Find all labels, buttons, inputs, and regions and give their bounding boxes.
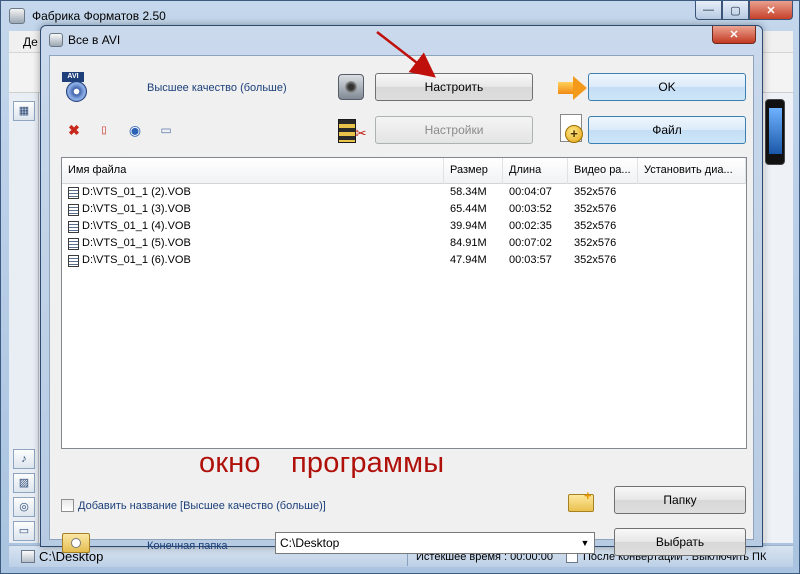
cell-name: D:\VTS_01_1 (6).VOB xyxy=(62,252,444,269)
column-header-set-range[interactable]: Установить диа... xyxy=(638,158,746,184)
cell-range xyxy=(638,218,746,235)
settings-button[interactable]: Настройки xyxy=(375,116,533,144)
file-list[interactable]: Имя файла Размер Длина Видео ра... Устан… xyxy=(61,157,747,479)
file-name: D:\VTS_01_1 (2).VOB xyxy=(82,186,191,198)
maximize-button[interactable]: ▢ xyxy=(722,1,749,20)
destination-value: C:\Desktop xyxy=(280,536,340,550)
video-file-icon xyxy=(68,220,79,233)
cell-length: 00:04:07 xyxy=(509,186,552,198)
dialog-title: Все в AVI xyxy=(68,33,121,47)
avi-format-icon: AVI xyxy=(62,72,90,102)
remove-icon[interactable]: ✖ xyxy=(66,122,82,138)
file-list-header: Имя файла Размер Длина Видео ра... Устан… xyxy=(62,158,746,184)
cell-length: 00:03:52 xyxy=(509,203,552,215)
add-name-checkbox[interactable] xyxy=(61,499,74,512)
play-icon[interactable]: ◉ xyxy=(127,122,143,138)
cell-size: 39.94M xyxy=(450,220,487,232)
chevron-down-icon[interactable]: ▼ xyxy=(576,533,594,553)
menu-item-first[interactable]: Де xyxy=(23,35,38,49)
video-file-icon xyxy=(68,254,79,267)
destination-folder-select[interactable]: C:\Desktop ▼ xyxy=(275,532,595,554)
cell-name: D:\VTS_01_1 (4).VOB xyxy=(62,218,444,235)
avi-dialog: Все в AVI ✕ AVI Высшее качество (больше)… xyxy=(40,25,763,556)
annotation-text: окно программы xyxy=(199,447,445,479)
left-category-panel: ▦ ♪ ▨ ◎ ▭ xyxy=(9,93,39,543)
cell-range xyxy=(638,252,746,269)
close-button[interactable]: ✕ xyxy=(749,1,793,20)
video-file-icon xyxy=(68,203,79,216)
cell-video: 352x576 xyxy=(574,220,617,232)
column-header-size[interactable]: Размер xyxy=(444,158,503,184)
dialog-app-icon xyxy=(49,33,63,47)
cell-size: 47.94M xyxy=(450,254,487,266)
add-name-option[interactable]: Добавить название [Высшее качество (боль… xyxy=(61,499,326,512)
cell-range xyxy=(638,184,746,201)
add-folder-icon: + xyxy=(568,488,596,512)
file-name: D:\VTS_01_1 (3).VOB xyxy=(82,203,191,215)
cell-length: 00:03:57 xyxy=(509,254,552,266)
utilities-category-icon[interactable]: ▭ xyxy=(13,521,35,541)
video-file-icon xyxy=(68,186,79,199)
cell-name: D:\VTS_01_1 (3).VOB xyxy=(62,201,444,218)
cell-size: 65.44M xyxy=(450,203,487,215)
file-name: D:\VTS_01_1 (4).VOB xyxy=(82,220,191,232)
table-row[interactable]: D:\VTS_01_1 (6).VOB 47.94M 00:03:57 352x… xyxy=(62,252,746,269)
configure-button[interactable]: Настроить xyxy=(375,73,533,101)
cell-video: 352x576 xyxy=(574,203,617,215)
output-folder-icon[interactable] xyxy=(21,550,35,563)
cell-size: 84.91M xyxy=(450,237,487,249)
column-header-name[interactable]: Имя файла xyxy=(62,158,444,184)
file-name: D:\VTS_01_1 (6).VOB xyxy=(82,254,191,266)
table-row[interactable]: D:\VTS_01_1 (2).VOB 58.34M 00:04:07 352x… xyxy=(62,184,746,201)
cell-name: D:\VTS_01_1 (2).VOB xyxy=(62,184,444,201)
video-file-icon xyxy=(68,237,79,250)
cell-range xyxy=(638,201,746,218)
video-category-icon[interactable]: ▦ xyxy=(13,101,35,121)
app-icon xyxy=(9,8,25,24)
table-row[interactable]: D:\VTS_01_1 (4).VOB 39.94M 00:02:35 352x… xyxy=(62,218,746,235)
clear-list-icon[interactable]: ▯ xyxy=(96,122,112,138)
cell-length: 00:02:35 xyxy=(509,220,552,232)
audio-category-icon[interactable]: ♪ xyxy=(13,449,35,469)
avi-disc-icon xyxy=(66,81,87,102)
cell-video: 352x576 xyxy=(574,237,617,249)
file-name: D:\VTS_01_1 (5).VOB xyxy=(82,237,191,249)
add-folder-button[interactable]: Папку xyxy=(614,486,746,514)
cell-length: 00:07:02 xyxy=(509,237,552,249)
cell-video: 352x576 xyxy=(574,254,617,266)
cell-name: D:\VTS_01_1 (5).VOB xyxy=(62,235,444,252)
add-file-icon: + xyxy=(560,114,583,143)
media-info-icon[interactable]: ▭ xyxy=(158,122,174,138)
destination-label: Конечная папка xyxy=(147,540,228,552)
quality-label: Высшее качество (больше) xyxy=(147,82,287,94)
mobile-device-icon[interactable] xyxy=(765,99,785,165)
cell-size: 58.34M xyxy=(450,186,487,198)
table-row[interactable]: D:\VTS_01_1 (5).VOB 84.91M 00:07:02 352x… xyxy=(62,235,746,252)
cell-range xyxy=(638,235,746,252)
table-row[interactable]: D:\VTS_01_1 (3).VOB 65.44M 00:03:52 352x… xyxy=(62,201,746,218)
main-window-title: Фабрика Форматов 2.50 xyxy=(32,9,166,23)
add-file-button[interactable]: Файл xyxy=(588,116,746,144)
picture-category-icon[interactable]: ▨ xyxy=(13,473,35,493)
ok-button[interactable]: OK xyxy=(588,73,746,101)
browse-button[interactable]: Выбрать xyxy=(614,528,746,556)
file-rows: D:\VTS_01_1 (2).VOB 58.34M 00:04:07 352x… xyxy=(62,184,746,269)
clip-icon: ✂ xyxy=(338,117,368,145)
column-header-length[interactable]: Длина xyxy=(503,158,568,184)
dialog-body: AVI Высшее качество (больше) Настроить O… xyxy=(49,55,754,556)
arrow-right-icon xyxy=(558,76,588,100)
destination-folder-icon xyxy=(62,529,92,553)
add-name-label: Добавить название [Высшее качество (боль… xyxy=(78,499,326,512)
window-controls: — ▢ ✕ xyxy=(695,1,793,21)
column-header-video[interactable]: Видео ра... xyxy=(568,158,638,184)
output-settings-icon xyxy=(338,74,364,100)
cell-video: 352x576 xyxy=(574,186,617,198)
minimize-button[interactable]: — xyxy=(695,1,722,20)
rom-device-category-icon[interactable]: ◎ xyxy=(13,497,35,517)
dialog-close-button[interactable]: ✕ xyxy=(712,26,756,44)
